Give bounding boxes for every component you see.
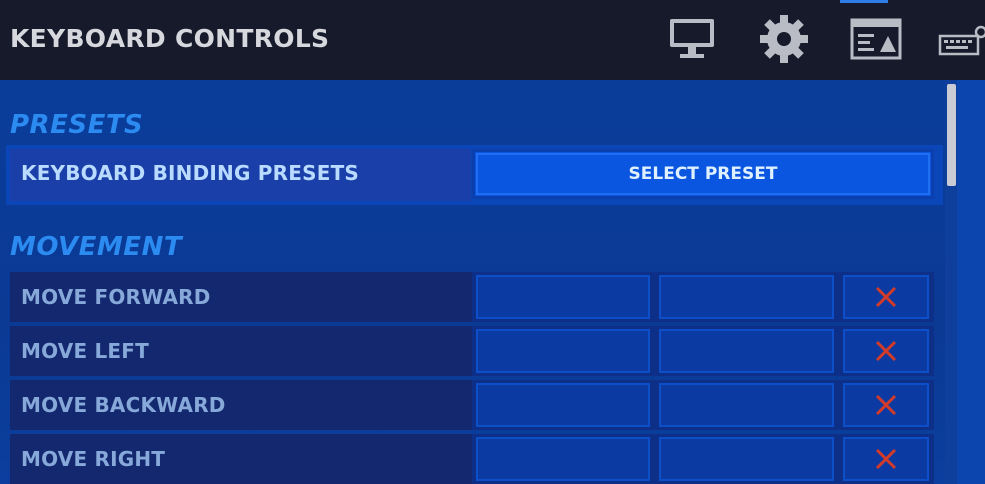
scrollbar-thumb[interactable] [947,84,956,186]
clear-binding-button[interactable] [843,329,929,373]
secondary-key-slot[interactable] [659,275,834,319]
monitor-icon[interactable] [668,14,716,62]
section-title-presets: PRESETS [10,110,144,140]
binding-label-move-forward: MOVE FORWARD [21,285,211,309]
select-preset-button[interactable]: SELECT PRESET [472,149,934,199]
primary-key-slot[interactable] [476,437,650,481]
close-icon [875,340,897,362]
binding-label-move-backward: MOVE BACKWARD [21,393,226,417]
top-bar: KEYBOARD CONTROLS [0,0,985,80]
select-preset-label: SELECT PRESET [628,164,778,184]
binding-label-move-left: MOVE LEFT [21,339,149,363]
primary-key-slot[interactable] [476,329,650,373]
preset-row-label: KEYBOARD BINDING PRESETS [21,161,360,185]
clear-binding-button[interactable] [843,275,929,319]
page-title: KEYBOARD CONTROLS [10,24,330,53]
clear-binding-button[interactable] [843,383,929,427]
section-title-movement: MOVEMENT [10,232,183,262]
secondary-key-slot[interactable] [659,329,834,373]
right-gutter [957,80,985,484]
primary-key-slot[interactable] [476,383,650,427]
secondary-key-slot[interactable] [659,383,834,427]
close-icon [875,394,897,416]
secondary-key-slot[interactable] [659,437,834,481]
keyboard-gamepad-icon[interactable] [938,14,985,62]
game-ui-icon[interactable] [850,14,902,62]
primary-key-slot[interactable] [476,275,650,319]
close-icon [875,286,897,308]
clear-binding-button[interactable] [843,437,929,481]
active-tab-indicator [840,0,888,3]
gear-icon[interactable] [758,14,810,64]
binding-label-move-right: MOVE RIGHT [21,447,166,471]
close-icon [875,448,897,470]
